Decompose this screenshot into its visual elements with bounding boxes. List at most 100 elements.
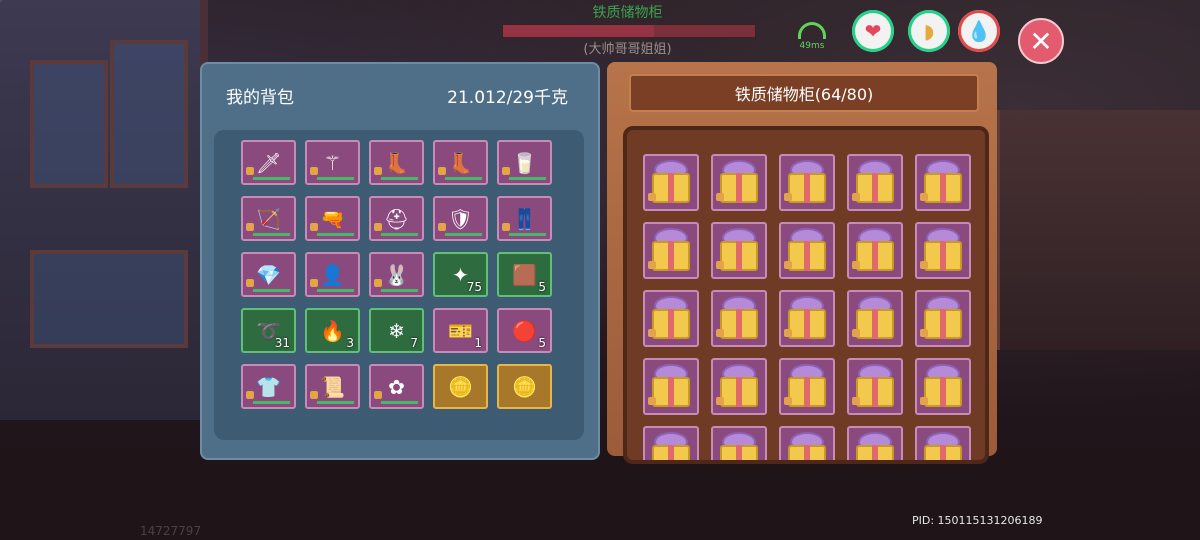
cabinet-slot[interactable] [643, 358, 699, 415]
cabinet-slot[interactable] [915, 426, 971, 460]
storage-cabinet-panel: 铁质储物柜(64/80) [607, 62, 997, 464]
cabinet-grid [643, 154, 971, 460]
gift-box-icon [652, 172, 690, 203]
inventory-slot[interactable]: 🥛 [497, 140, 552, 185]
backpack-inventory[interactable]: 🗡 ⚚ 👢 👢 🥛 🏹 🔫 ⛑ 🛡 👖 💎 👤 🐰 ✦ 75 🟫 5 ➰ 31 🔥 3 ❄ 7 🎫 1 🔴 5 👕 📜 ✿ 🪙 🪙 [214, 130, 584, 440]
durability-bar [253, 289, 290, 292]
boot-icon: 👢 [384, 150, 409, 175]
crystal-icon: ❄ [388, 318, 405, 343]
cabinet-slot[interactable] [643, 290, 699, 347]
health-button[interactable]: ❤ [852, 10, 894, 52]
durability-bar [509, 233, 546, 236]
cabinet-slot[interactable] [779, 290, 835, 347]
lock-icon [852, 329, 860, 337]
water-button[interactable]: 💧 [958, 10, 1000, 52]
cabinet-slot[interactable] [643, 154, 699, 211]
inventory-slot[interactable]: ✿ [369, 364, 424, 409]
inventory-slot[interactable]: 🏹 [241, 196, 296, 241]
inventory-slot[interactable]: 🐰 [369, 252, 424, 297]
inventory-slot[interactable]: 🟫 5 [497, 252, 552, 297]
cabinet-slot[interactable] [915, 222, 971, 279]
lock-icon [852, 397, 860, 405]
item-quantity: 31 [274, 336, 290, 350]
backpack-header: 我的背包 21.012/29千克 [202, 64, 598, 126]
inventory-slot[interactable]: 👢 [433, 140, 488, 185]
gift-box-icon [788, 444, 826, 460]
cabinet-slot[interactable] [779, 358, 835, 415]
glass-icon: 🥛 [512, 150, 537, 175]
backpack-weight: 21.012/29千克 [447, 87, 568, 108]
gift-box-icon [856, 240, 894, 271]
cabinet-inventory[interactable] [623, 126, 989, 464]
cabinet-slot[interactable] [779, 222, 835, 279]
ping-text: 49ms [799, 41, 825, 51]
lock-icon [920, 397, 928, 405]
durability-bar [253, 177, 290, 180]
gift-box-icon [924, 308, 962, 339]
cabinet-slot[interactable] [847, 358, 903, 415]
lock-icon [852, 193, 860, 201]
durability-bar [381, 401, 418, 404]
cabinet-slot[interactable] [779, 426, 835, 460]
cabinet-slot[interactable] [779, 154, 835, 211]
durability-bar [317, 233, 354, 236]
gift-box-icon [720, 376, 758, 407]
lock-icon [310, 279, 318, 287]
inventory-slot[interactable]: 💎 [241, 252, 296, 297]
inventory-slot[interactable]: 👤 [305, 252, 360, 297]
coin-icon: 🔴 [512, 318, 537, 343]
gift-box-icon [652, 240, 690, 271]
lock-icon [784, 329, 792, 337]
durability-bar [381, 177, 418, 180]
inventory-slot[interactable]: 🔫 [305, 196, 360, 241]
cabinet-slot[interactable] [847, 426, 903, 460]
cabinet-slot[interactable] [847, 290, 903, 347]
inventory-slot[interactable]: ❄ 7 [369, 308, 424, 353]
inventory-slot[interactable]: ✦ 75 [433, 252, 488, 297]
lock-icon [374, 391, 382, 399]
inventory-slot[interactable]: 🪙 [497, 364, 552, 409]
durability-bar [317, 401, 354, 404]
lock-icon [784, 397, 792, 405]
inventory-slot[interactable]: 🪙 [433, 364, 488, 409]
inventory-slot[interactable]: 🎫 1 [433, 308, 488, 353]
gift-box-icon [652, 376, 690, 407]
cabinet-slot[interactable] [711, 426, 767, 460]
cabinet-slot[interactable] [847, 154, 903, 211]
inventory-slot[interactable]: 🔴 5 [497, 308, 552, 353]
durability-bar [253, 401, 290, 404]
gift-box-icon [856, 444, 894, 460]
inventory-slot[interactable]: 🔥 3 [305, 308, 360, 353]
close-button[interactable]: ✕ [1018, 18, 1064, 64]
inventory-slot[interactable]: 📜 [305, 364, 360, 409]
durability-bar [381, 289, 418, 292]
lock-icon [438, 167, 446, 175]
inventory-slot[interactable]: 🗡 [241, 140, 296, 185]
background-window [0, 0, 208, 420]
cabinet-slot[interactable] [915, 154, 971, 211]
inventory-slot[interactable]: ⛑ [369, 196, 424, 241]
inventory-slot[interactable]: ⚚ [305, 140, 360, 185]
cabinet-slot[interactable] [847, 222, 903, 279]
cabinet-slot[interactable] [643, 222, 699, 279]
gift-box-icon [788, 172, 826, 203]
inventory-slot[interactable]: 👢 [369, 140, 424, 185]
cabinet-slot[interactable] [711, 222, 767, 279]
food-button[interactable]: ◗ [908, 10, 950, 52]
inventory-slot[interactable]: 👕 [241, 364, 296, 409]
item-quantity: 5 [538, 336, 546, 350]
cabinet-slot[interactable] [915, 290, 971, 347]
cabinet-slot[interactable] [711, 290, 767, 347]
cabinet-slot[interactable] [643, 426, 699, 460]
cabinet-slot[interactable] [711, 154, 767, 211]
lock-icon [310, 391, 318, 399]
inventory-slot[interactable]: ➰ 31 [241, 308, 296, 353]
cabinet-slot[interactable] [711, 358, 767, 415]
lock-icon [502, 167, 510, 175]
cabinet-slot[interactable] [915, 358, 971, 415]
lock-icon [310, 223, 318, 231]
sword-icon: 🗡 [255, 150, 282, 175]
staff-icon: ⚚ [323, 150, 342, 175]
inventory-slot[interactable]: 👖 [497, 196, 552, 241]
inventory-slot[interactable]: 🛡 [433, 196, 488, 241]
